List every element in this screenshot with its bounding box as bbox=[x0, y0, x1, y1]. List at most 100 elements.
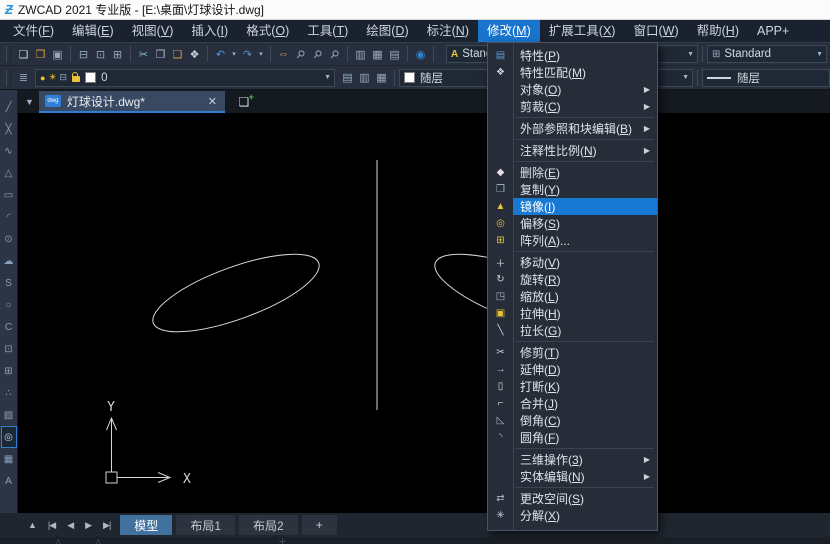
menu-item-explode[interactable]: ✳分解(X) bbox=[488, 507, 657, 524]
menu-item-chamfer[interactable]: ◺倒角(C) bbox=[488, 412, 657, 429]
layer-properties-manager-icon[interactable]: ≣ bbox=[15, 68, 32, 87]
menu-item-xref-and-block-editing[interactable]: 外部参照和块编辑(B)▶ bbox=[488, 120, 657, 137]
layer-previous-icon[interactable]: ▥ bbox=[356, 68, 373, 87]
first-tab-button[interactable]: |◀ bbox=[42, 520, 61, 531]
menubar-item-tools[interactable]: 工具(T) bbox=[298, 20, 357, 42]
ellipse-entity[interactable] bbox=[144, 238, 327, 347]
menu-item-object[interactable]: 对象(O)▶ bbox=[488, 81, 657, 98]
revision-cloud-tool[interactable]: ☁ bbox=[1, 250, 17, 272]
menu-item-erase[interactable]: ◆删除(E) bbox=[488, 164, 657, 181]
layout-tab-layout2[interactable]: 布局2 bbox=[239, 515, 298, 535]
menubar-item-express-tools[interactable]: 扩展工具(X) bbox=[540, 20, 625, 42]
table-tool[interactable]: ▦ bbox=[1, 448, 17, 470]
menu-item-3d-operations[interactable]: 三维操作(3)▶ bbox=[488, 451, 657, 468]
menu-item-array[interactable]: ⊞阵列(A)... bbox=[488, 232, 657, 249]
insert-block-tool[interactable]: ⊡ bbox=[1, 338, 17, 360]
menu-item-break[interactable]: ▯打断(K) bbox=[488, 378, 657, 395]
menubar-item-view[interactable]: 视图(V) bbox=[123, 20, 183, 42]
menu-item-trim[interactable]: ✂修剪(T) bbox=[488, 344, 657, 361]
polyline-tool[interactable]: ∿ bbox=[1, 140, 17, 162]
make-block-tool[interactable]: ⊞ bbox=[1, 360, 17, 382]
circle-tool[interactable]: ⊙ bbox=[1, 228, 17, 250]
zoom-previous-icon[interactable]: ⚲ bbox=[322, 41, 347, 66]
menubar-item-file[interactable]: 文件(F) bbox=[4, 20, 63, 42]
dim-style-combo[interactable]: ⊞ Standard ▼ bbox=[707, 45, 827, 63]
layer-freeze-sun-icon[interactable]: ☀ bbox=[48, 72, 56, 83]
ellipse-arc-tool[interactable]: C bbox=[1, 316, 17, 338]
menu-item-offset[interactable]: ◎偏移(S) bbox=[488, 215, 657, 232]
redo-options-icon[interactable]: ▾ bbox=[256, 45, 266, 64]
menu-item-stretch[interactable]: ▣拉伸(H) bbox=[488, 305, 657, 322]
layer-combo[interactable]: ● ☀ ⊟ 0 ▼ bbox=[35, 69, 335, 87]
chevron-down-icon[interactable]: ▼ bbox=[320, 74, 331, 81]
new-drawing-button[interactable]: ❏ + bbox=[235, 95, 253, 109]
tabs-menu-button[interactable]: ▲ bbox=[22, 520, 42, 530]
menu-item-clip[interactable]: 剪裁(C)▶ bbox=[488, 98, 657, 115]
toolbar-grip[interactable] bbox=[6, 46, 11, 62]
properties-palette-icon[interactable]: ▥ bbox=[352, 45, 369, 64]
open-icon[interactable]: ❒ bbox=[32, 45, 49, 64]
menubar-item-insert[interactable]: 插入(I) bbox=[182, 20, 237, 42]
next-tab-button[interactable]: ▶ bbox=[79, 520, 97, 531]
menu-item-lengthen[interactable]: ╲拉长(G) bbox=[488, 322, 657, 339]
new-icon[interactable]: ❏ bbox=[15, 45, 32, 64]
menu-item-properties[interactable]: ▤特性(P) bbox=[488, 47, 657, 64]
plot-preview-icon[interactable]: ⊡ bbox=[92, 45, 109, 64]
menubar-item-modify[interactable]: 修改(M) bbox=[478, 20, 540, 42]
undo-options-icon[interactable]: ▾ bbox=[229, 45, 239, 64]
chevron-down-icon[interactable]: ▼ bbox=[683, 51, 694, 58]
menu-item-change-space[interactable]: ⇄更改空间(S) bbox=[488, 490, 657, 507]
menu-item-rotate[interactable]: ↻旋转(R) bbox=[488, 271, 657, 288]
layout-tab-model[interactable]: 模型 bbox=[120, 515, 172, 535]
toolbar-grip[interactable] bbox=[6, 70, 11, 86]
document-tab[interactable]: dwg 灯球设计.dwg* ✕ bbox=[39, 91, 225, 113]
make-object-layer-current-icon[interactable]: ▤ bbox=[339, 68, 356, 87]
close-tab-icon[interactable]: ✕ bbox=[206, 95, 219, 108]
paste-icon[interactable]: ❑ bbox=[169, 45, 186, 64]
menubar-item-format[interactable]: 格式(O) bbox=[237, 20, 298, 42]
layer-on-bulb-icon[interactable]: ● bbox=[40, 73, 45, 83]
menu-item-solid-editing[interactable]: 实体编辑(N)▶ bbox=[488, 468, 657, 485]
menu-item-fillet[interactable]: ◝圆角(F) bbox=[488, 429, 657, 446]
publish-icon[interactable]: ⊞ bbox=[109, 45, 126, 64]
hatch-tool[interactable]: ▨ bbox=[1, 404, 17, 426]
layer-states-icon[interactable]: ▦ bbox=[373, 68, 390, 87]
menu-item-move[interactable]: ＋移动(V) bbox=[488, 254, 657, 271]
ellipse-tool[interactable]: ○ bbox=[1, 294, 17, 316]
layer-unlock-icon[interactable] bbox=[72, 76, 80, 82]
plot-icon[interactable]: ⊟ bbox=[75, 45, 92, 64]
arc-tool[interactable]: ◜ bbox=[1, 206, 17, 228]
line-tool[interactable]: ╱ bbox=[1, 96, 17, 118]
rectangle-tool[interactable]: ▭ bbox=[1, 184, 17, 206]
menu-item-extend[interactable]: →延伸(D) bbox=[488, 361, 657, 378]
undo-icon[interactable]: ↶ bbox=[212, 45, 229, 64]
match-properties-icon[interactable]: ❖ bbox=[186, 45, 203, 64]
help-icon[interactable]: ◉ bbox=[412, 45, 429, 64]
menu-item-match-properties[interactable]: ❖特性匹配(M) bbox=[488, 64, 657, 81]
mtext-tool[interactable]: A bbox=[1, 470, 17, 492]
layout-tab-layout1[interactable]: 布局1 bbox=[176, 515, 235, 535]
menubar-item-window[interactable]: 窗口(W) bbox=[624, 20, 687, 42]
point-tool[interactable]: ∴ bbox=[1, 382, 17, 404]
menu-item-scale[interactable]: ◳缩放(L) bbox=[488, 288, 657, 305]
save-icon[interactable]: ▣ bbox=[49, 45, 66, 64]
last-tab-button[interactable]: ▶| bbox=[97, 520, 116, 531]
lineweight-combo[interactable]: 随层 bbox=[702, 69, 830, 87]
menubar-item-app-plus[interactable]: APP+ bbox=[748, 20, 798, 42]
polygon-tool[interactable]: △ bbox=[1, 162, 17, 184]
menu-item-annotative-scale[interactable]: 注释性比例(N)▶ bbox=[488, 142, 657, 159]
menu-item-join[interactable]: ⌐合并(J) bbox=[488, 395, 657, 412]
chevron-down-icon[interactable]: ▼ bbox=[812, 51, 823, 58]
menubar-item-draw[interactable]: 绘图(D) bbox=[357, 20, 417, 42]
menubar-item-edit[interactable]: 编辑(E) bbox=[63, 20, 123, 42]
region-tool[interactable]: ◎ bbox=[1, 426, 17, 448]
menubar-item-dimension[interactable]: 标注(N) bbox=[418, 20, 478, 42]
layout-tab-new-layout[interactable]: + bbox=[302, 515, 337, 535]
construction-line-tool[interactable]: ╳ bbox=[1, 118, 17, 140]
cut-icon[interactable]: ✂ bbox=[135, 45, 152, 64]
menu-item-copy[interactable]: ❐复制(Y) bbox=[488, 181, 657, 198]
menu-item-mirror[interactable]: ▲镜像(I) bbox=[488, 198, 657, 215]
redo-icon[interactable]: ↷ bbox=[239, 45, 256, 64]
tool-palettes-icon[interactable]: ▤ bbox=[386, 45, 403, 64]
spline-tool[interactable]: S bbox=[1, 272, 17, 294]
